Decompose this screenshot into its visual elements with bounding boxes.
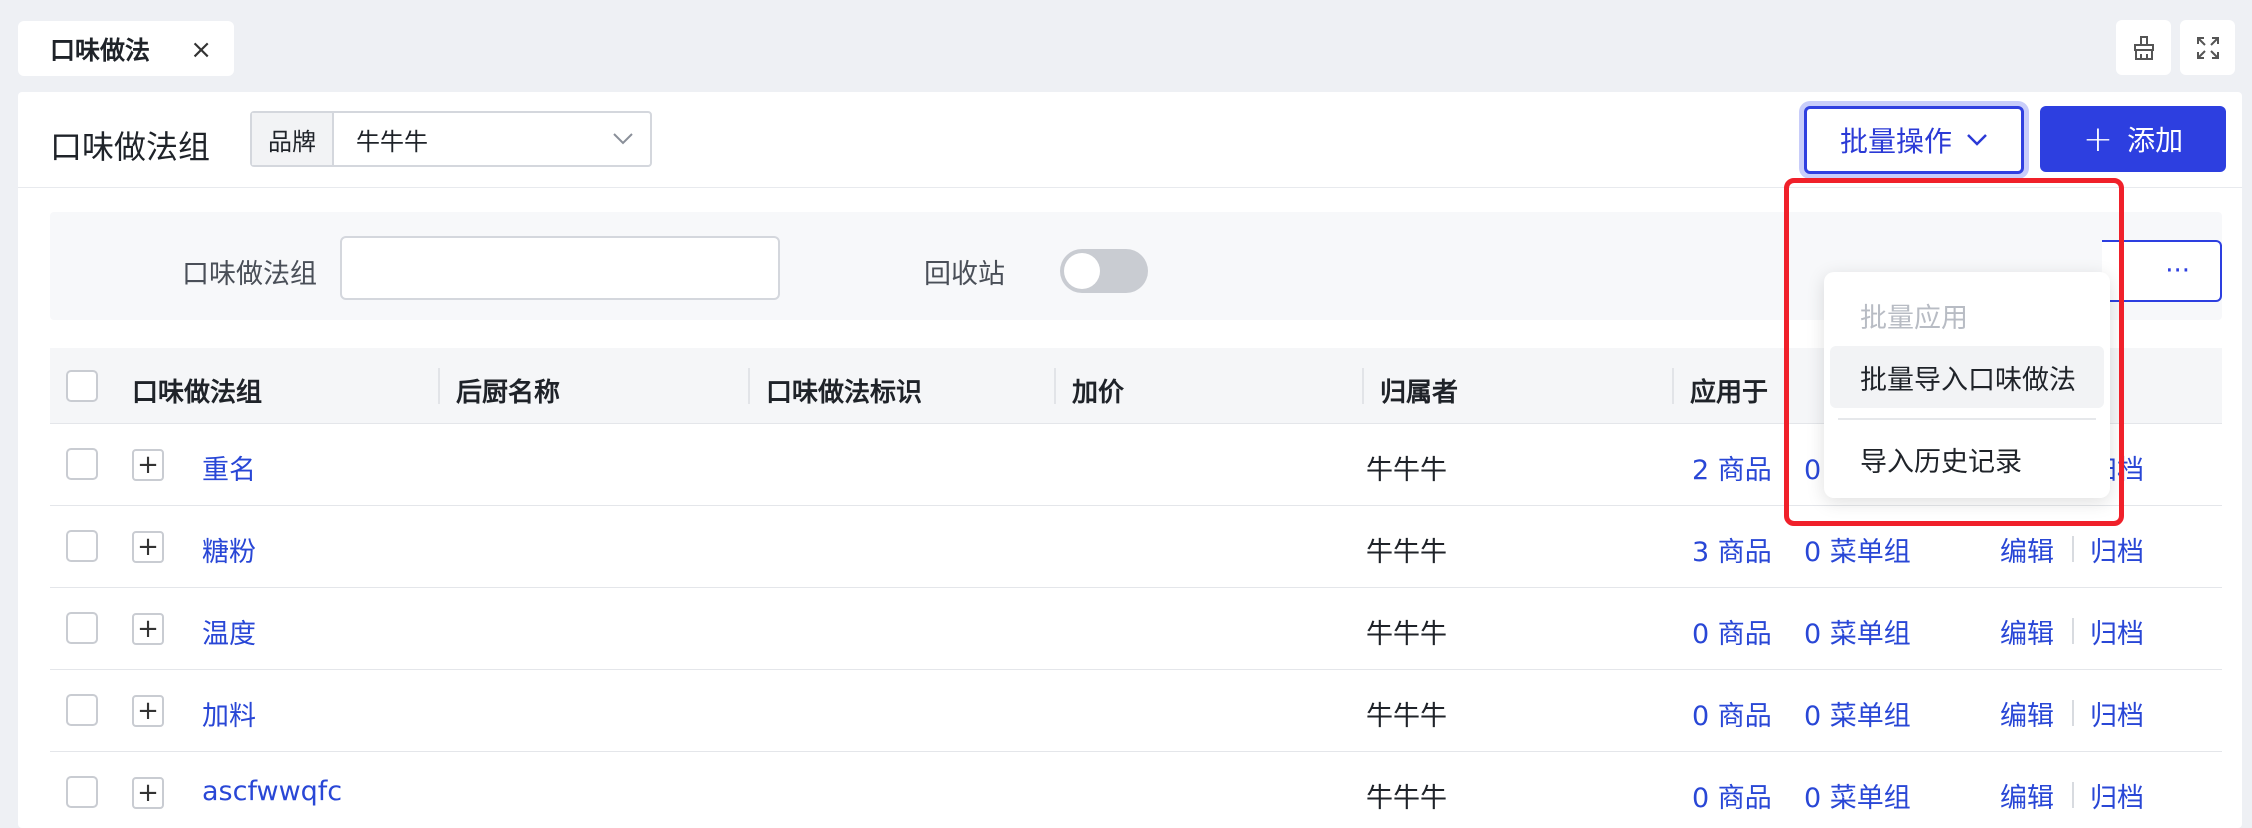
add-button[interactable]: + 添加 <box>2040 106 2226 172</box>
table-row: + ascfwwqfc 牛牛牛 0 商品 0 菜单组 编辑 归档 <box>50 752 2222 828</box>
group-name-link[interactable]: 温度 <box>202 612 256 651</box>
col-tag: 口味做法标识 <box>766 378 923 408</box>
row-checkbox[interactable] <box>66 612 98 644</box>
menus-link[interactable]: 0 菜单组 <box>1804 694 1911 733</box>
expand-icon[interactable]: + <box>132 613 164 645</box>
goods-link[interactable]: 0 商品 <box>1692 694 1772 733</box>
tab-bar: 口味做法 × <box>0 0 2252 92</box>
group-name-link[interactable]: 重名 <box>202 448 256 487</box>
expand-icon[interactable] <box>2180 20 2235 75</box>
select-all-checkbox[interactable] <box>66 370 98 402</box>
group-name-link[interactable]: ascfwwqfc <box>202 776 342 807</box>
col-owner: 归属者 <box>1380 378 1459 408</box>
col-price: 加价 <box>1072 378 1125 408</box>
owner-cell: 牛牛牛 <box>1366 455 1447 486</box>
group-name-link[interactable]: 糖粉 <box>202 530 256 569</box>
action-divider <box>2072 700 2074 726</box>
action-divider <box>2072 536 2074 562</box>
tab-label: 口味做法 <box>50 35 151 65</box>
batch-actions-button[interactable]: 批量操作 <box>1804 106 2024 174</box>
action-divider <box>2072 618 2074 644</box>
archive-link[interactable]: 归档 <box>2090 530 2144 569</box>
menus-link[interactable]: 0 菜单组 <box>1804 776 1911 815</box>
tab-flavor[interactable]: 口味做法 × <box>18 21 234 76</box>
column-divider <box>1672 368 1674 404</box>
edit-link[interactable]: 编辑 <box>2000 530 2054 569</box>
expand-icon[interactable]: + <box>132 531 164 563</box>
recycle-label: 回收站 <box>924 259 1005 290</box>
plus-icon: + <box>2082 118 2114 160</box>
column-divider <box>438 368 440 404</box>
row-checkbox[interactable] <box>66 694 98 726</box>
menus-link[interactable]: 0 菜单组 <box>1804 612 1911 651</box>
close-icon[interactable]: × <box>190 35 212 65</box>
expand-icon[interactable]: + <box>132 449 164 481</box>
column-divider <box>748 368 750 404</box>
group-filter-label: 口味做法组 <box>182 259 317 290</box>
table-row: + 加料 牛牛牛 0 商品 0 菜单组 编辑 归档 <box>50 670 2222 752</box>
batch-actions-label: 批量操作 <box>1839 125 1952 158</box>
edit-link[interactable]: 编辑 <box>2000 776 2054 815</box>
goods-link[interactable]: 2 商品 <box>1692 448 1772 487</box>
owner-cell: 牛牛牛 <box>1366 783 1447 814</box>
row-checkbox[interactable] <box>66 776 98 808</box>
recycle-toggle[interactable] <box>1060 249 1148 293</box>
action-divider <box>2072 782 2074 808</box>
edit-link[interactable]: 编辑 <box>2000 694 2054 733</box>
owner-cell: 牛牛牛 <box>1366 537 1447 568</box>
expand-icon[interactable]: + <box>132 695 164 727</box>
chevron-down-icon <box>1966 128 1988 153</box>
expand-icon[interactable]: + <box>132 777 164 809</box>
col-kitchen: 后厨名称 <box>456 378 561 408</box>
archive-link[interactable]: 归档 <box>2090 694 2144 733</box>
toggle-knob <box>1064 253 1100 289</box>
main-panel: 口味做法组 品牌 牛牛牛 批量操作 + 添加 口味做法组 回收站 ··· 口味做… <box>18 92 2242 828</box>
archive-link[interactable]: 归档 <box>2090 612 2144 651</box>
goods-link[interactable]: 3 商品 <box>1692 530 1772 569</box>
goods-link[interactable]: 0 商品 <box>1692 612 1772 651</box>
col-group: 口味做法组 <box>132 378 263 408</box>
page-title: 口味做法组 <box>50 128 211 166</box>
chevron-down-icon <box>596 127 650 152</box>
menus-link[interactable]: 0 菜单组 <box>1804 530 1911 569</box>
brand-prefix: 品牌 <box>252 113 334 165</box>
add-label: 添加 <box>2127 124 2184 157</box>
column-divider <box>1054 368 1056 404</box>
row-checkbox[interactable] <box>66 448 98 480</box>
brand-select[interactable]: 品牌 牛牛牛 <box>250 111 652 167</box>
group-filter-input[interactable] <box>340 236 780 300</box>
col-applied: 应用于 <box>1690 378 1769 408</box>
column-divider <box>1362 368 1364 404</box>
archive-link[interactable]: 归档 <box>2090 776 2144 815</box>
highlight-box <box>1784 178 2124 526</box>
table-row: + 温度 牛牛牛 0 商品 0 菜单组 编辑 归档 <box>50 588 2222 670</box>
broom-icon[interactable] <box>2116 20 2171 75</box>
goods-link[interactable]: 0 商品 <box>1692 776 1772 815</box>
brand-value: 牛牛牛 <box>356 127 428 156</box>
row-checkbox[interactable] <box>66 530 98 562</box>
edit-link[interactable]: 编辑 <box>2000 612 2054 651</box>
owner-cell: 牛牛牛 <box>1366 701 1447 732</box>
owner-cell: 牛牛牛 <box>1366 619 1447 650</box>
panel-header: 口味做法组 品牌 牛牛牛 批量操作 + 添加 <box>18 92 2242 188</box>
group-name-link[interactable]: 加料 <box>202 694 256 733</box>
